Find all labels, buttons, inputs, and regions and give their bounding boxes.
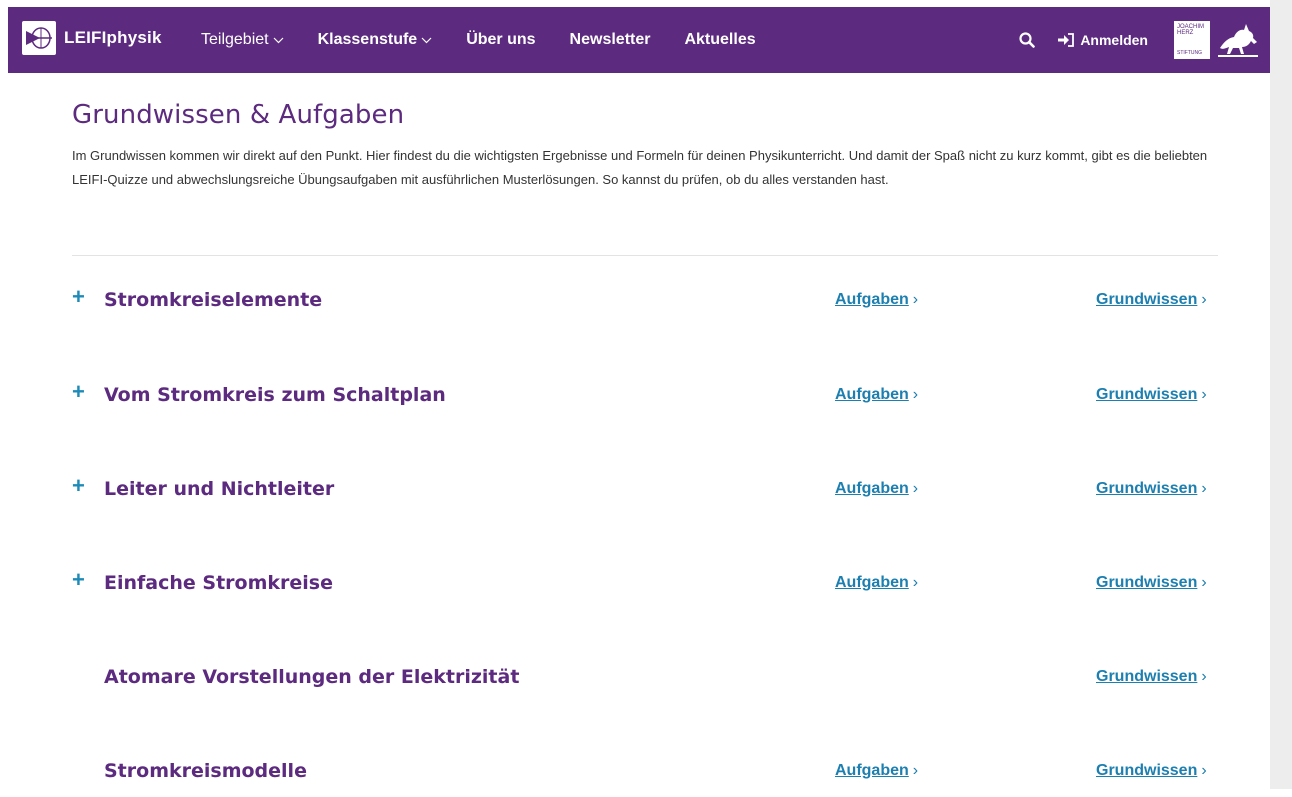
login-button[interactable]: Anmelden xyxy=(1057,32,1148,48)
arrow-right-icon: › xyxy=(912,574,919,591)
arrow-right-icon: › xyxy=(912,291,919,308)
arrow-right-icon: › xyxy=(1201,762,1207,779)
aufgaben-link[interactable]: Aufgaben › xyxy=(835,761,918,781)
grundwissen-link[interactable]: Grundwissen › xyxy=(1096,761,1207,781)
topic-row: + Stromkreiselemente Aufgaben › Grundwiss… xyxy=(72,286,1218,326)
nav-ueber-uns[interactable]: Über uns xyxy=(466,31,535,49)
top-navbar: LEIFIphysik Teilgebiet Klassenstufe Über… xyxy=(8,7,1270,73)
grundwissen-link[interactable]: Grundwissen › xyxy=(1096,573,1207,593)
page-intro: Im Grundwissen kommen wir direkt auf den… xyxy=(72,148,1208,187)
grundwissen-link[interactable]: Grundwissen › xyxy=(1096,479,1207,499)
login-icon xyxy=(1058,33,1075,47)
expand-plus-icon[interactable]: + xyxy=(72,569,86,591)
leifi-logo-icon xyxy=(22,21,56,55)
section-divider xyxy=(72,255,1218,256)
arrow-right-icon: › xyxy=(912,480,919,497)
aufgaben-link[interactable]: Aufgaben › xyxy=(835,573,918,593)
aufgaben-link[interactable]: Aufgaben › xyxy=(835,385,918,405)
topic-row: + Einfache Stromkreise Aufgaben › Grundwi… xyxy=(72,569,1218,609)
nav-newsletter[interactable]: Newsletter xyxy=(570,31,651,49)
nav-ueber-uns-label: Über uns xyxy=(466,31,536,48)
topic-title[interactable]: Vom Stromkreis zum Schaltplan xyxy=(104,385,446,405)
topic-row: + Vom Stromkreis zum Schaltplan Aufgaben… xyxy=(72,381,1218,421)
page-title: Grundwissen & Aufgaben xyxy=(72,100,405,130)
arrow-right-icon: › xyxy=(1201,668,1207,685)
topic-title[interactable]: Stromkreiselemente xyxy=(104,290,322,310)
main-content: Grundwissen & Aufgaben Im Grundwissen ko… xyxy=(72,100,1218,192)
topic-title[interactable]: Einfache Stromkreise xyxy=(104,573,333,593)
expand-plus-icon[interactable]: + xyxy=(72,286,86,308)
login-label: Anmelden xyxy=(1080,32,1148,48)
nav-aktuelles[interactable]: Aktuelles xyxy=(684,31,755,49)
arrow-right-icon: › xyxy=(1201,574,1207,591)
page-margin-left xyxy=(0,0,8,789)
sponsor-logo-line1: JOACHIM HERZ xyxy=(1177,24,1204,36)
expand-plus-icon[interactable]: + xyxy=(72,475,86,497)
search-icon xyxy=(1019,32,1036,48)
arrow-right-icon: › xyxy=(912,762,919,779)
grundwissen-link[interactable]: Grundwissen › xyxy=(1096,385,1207,405)
chevron-down-icon xyxy=(421,37,432,44)
horse-rider-icon xyxy=(1218,24,1258,57)
nav-teilgebiet[interactable]: Teilgebiet xyxy=(201,31,284,49)
nav-teilgebiet-label: Teilgebiet xyxy=(201,31,269,48)
main-menu: Teilgebiet Klassenstufe Über uns Newslet… xyxy=(201,7,790,73)
grundwissen-link[interactable]: Grundwissen › xyxy=(1096,667,1207,687)
search-button[interactable] xyxy=(1019,32,1036,48)
arrow-right-icon: › xyxy=(912,386,919,403)
page-scroll-gutter xyxy=(1270,0,1292,789)
arrow-right-icon: › xyxy=(1201,291,1207,308)
sponsor-logo-line3: STIFTUNG xyxy=(1177,50,1202,56)
aufgaben-link[interactable]: Aufgaben › xyxy=(835,479,918,499)
nav-aktuelles-label: Aktuelles xyxy=(684,31,756,48)
brand-name: LEIFIphysik xyxy=(64,28,162,47)
nav-klassenstufe-label: Klassenstufe xyxy=(317,31,418,48)
arrow-right-icon: › xyxy=(1201,480,1207,497)
topic-title[interactable]: Atomare Vorstellungen der Elektrizität xyxy=(104,667,519,687)
arrow-right-icon: › xyxy=(1201,386,1207,403)
joachim-herz-stiftung-logo[interactable]: JOACHIM HERZ STIFTUNG xyxy=(1174,21,1210,59)
chevron-down-icon xyxy=(273,37,284,44)
nav-newsletter-label: Newsletter xyxy=(569,31,651,48)
topic-row: Atomare Vorstellungen der Elektrizität G… xyxy=(72,667,1218,703)
nav-klassenstufe[interactable]: Klassenstufe xyxy=(318,31,433,49)
grundwissen-link[interactable]: Grundwissen › xyxy=(1096,290,1207,310)
site-logo[interactable]: LEIFIphysik xyxy=(22,21,162,55)
expand-plus-icon[interactable]: + xyxy=(72,381,86,403)
nav-right-group: Anmelden JOACHIM HERZ STIFTUNG xyxy=(1019,7,1260,73)
topic-title[interactable]: Leiter und Nichtleiter xyxy=(104,479,334,499)
aufgaben-link[interactable]: Aufgaben › xyxy=(835,290,918,310)
topic-title[interactable]: Stromkreismodelle xyxy=(104,761,307,781)
topic-row: + Leiter und Nichtleiter Aufgaben › Grund… xyxy=(72,475,1218,515)
topic-row: Stromkreismodelle Aufgaben › Grundwissen › xyxy=(72,761,1218,797)
